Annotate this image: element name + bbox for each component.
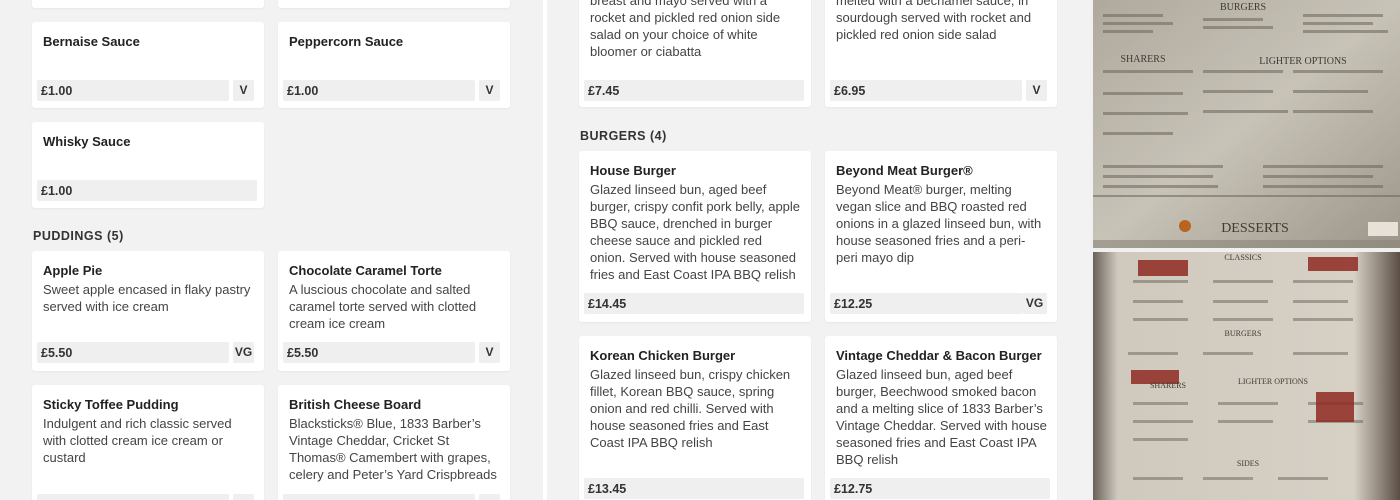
- photo-heading: DESSERTS: [1221, 221, 1289, 236]
- item-name: Sticky Toffee Pudding: [43, 397, 179, 412]
- item-price: £1.00: [283, 80, 475, 101]
- menu-photo-bottom[interactable]: CLASSICS BURGERS SHARERS LIGHTER OPTIONS…: [1093, 252, 1400, 500]
- item-price: £1.00: [37, 80, 229, 101]
- menu-item-card[interactable]: Sticky Toffee Pudding Indulgent and rich…: [32, 385, 264, 500]
- item-description: Glazed linseed bun, crispy chicken fille…: [590, 367, 791, 450]
- menu-item-card[interactable]: breast and mayo served with a rocket and…: [579, 0, 811, 107]
- item-price: £5.50: [37, 342, 229, 363]
- photo-heading: SHARERS: [1150, 381, 1186, 390]
- item-price: £7.45: [584, 80, 804, 101]
- item-price: £1.00: [37, 180, 257, 201]
- menu-item-card[interactable]: Apple Pie Sweet apple encased in flaky p…: [32, 251, 264, 371]
- menu-column-left: Bernaise Sauce £1.00 V Peppercorn Sauce …: [0, 0, 543, 500]
- menu-column-middle: breast and mayo served with a rocket and…: [547, 0, 1090, 500]
- item-price: £5.50: [283, 342, 475, 363]
- item-description: Sweet apple encased in flaky pastry serv…: [43, 282, 251, 314]
- item-price: £12.75: [830, 478, 1050, 499]
- menu-item-card[interactable]: House Burger Glazed linseed bun, aged be…: [579, 151, 811, 322]
- item-description: A luscious chocolate and salted caramel …: [289, 282, 477, 331]
- item-price: £12.25: [830, 293, 1022, 314]
- item-name: Chocolate Caramel Torte: [289, 263, 442, 278]
- menu-item-card[interactable]: Vintage Cheddar & Bacon Burger Glazed li…: [825, 336, 1057, 500]
- item-name: Peppercorn Sauce: [289, 34, 404, 49]
- section-heading-puddings: PUDDINGS (5): [33, 229, 124, 243]
- menu-item-card[interactable]: melted with a béchamel sauce, in sourdou…: [825, 0, 1057, 107]
- menu-item-card-partial[interactable]: [278, 0, 510, 8]
- menu-item-card[interactable]: Korean Chicken Burger Glazed linseed bun…: [579, 336, 811, 500]
- menu-item-card[interactable]: Beyond Meat Burger® Beyond Meat® burger,…: [825, 151, 1057, 322]
- menu-item-card[interactable]: Chocolate Caramel Torte A luscious choco…: [278, 251, 510, 371]
- photo-heading: LIGHTER OPTIONS: [1259, 56, 1347, 67]
- dietary-badge: [233, 494, 254, 500]
- item-description: Beyond Meat® burger, melting vegan slice…: [836, 182, 1042, 265]
- item-price: £14.45: [584, 293, 804, 314]
- menu-item-card[interactable]: Peppercorn Sauce £1.00 V: [278, 22, 510, 108]
- item-name: Whisky Sauce: [43, 134, 131, 149]
- dietary-badge: V: [1026, 80, 1047, 101]
- dietary-badge: [479, 494, 500, 500]
- menu-photo-bottom-image: CLASSICS BURGERS SHARERS LIGHTER OPTIONS…: [1093, 252, 1400, 500]
- menu-item-card[interactable]: Bernaise Sauce £1.00 V: [32, 22, 264, 108]
- menu-photo-top[interactable]: BURGERS SHARERS LIGHTER OPTIONS DESSERTS: [1093, 0, 1400, 248]
- item-description: Indulgent and rich classic served with c…: [43, 416, 232, 465]
- dietary-badge: V: [479, 342, 500, 363]
- photo-heading: CLASSICS: [1224, 253, 1261, 262]
- item-name: Beyond Meat Burger®: [836, 163, 973, 178]
- section-heading-burgers: BURGERS (4): [580, 129, 667, 143]
- item-description: Blacksticks® Blue, 1833 Barber’s Vintage…: [289, 416, 497, 482]
- photo-heading: SHARERS: [1120, 54, 1165, 65]
- item-description: Glazed linseed bun, aged beef burger, cr…: [590, 182, 801, 282]
- dietary-badge: VG: [1022, 293, 1047, 314]
- dietary-badge: VG: [233, 342, 254, 363]
- dietary-badge: V: [479, 80, 500, 101]
- item-name: Korean Chicken Burger: [590, 348, 736, 363]
- item-price: £13.45: [584, 478, 804, 499]
- item-price: [37, 494, 229, 500]
- photo-heading: SIDES: [1237, 459, 1259, 468]
- photo-heading: LIGHTER OPTIONS: [1238, 377, 1308, 386]
- item-name: House Burger: [590, 163, 676, 178]
- item-name: Apple Pie: [43, 263, 103, 278]
- item-price: [283, 494, 475, 500]
- dietary-badge: V: [233, 80, 254, 101]
- item-price: £6.95: [830, 80, 1022, 101]
- item-name: British Cheese Board: [289, 397, 422, 412]
- photo-heading: BURGERS: [1225, 329, 1262, 338]
- menu-photo-top-image: BURGERS SHARERS LIGHTER OPTIONS DESSERTS: [1093, 0, 1400, 248]
- item-description: Glazed linseed bun, aged beef burger, Be…: [836, 367, 1047, 467]
- menu-screen: Bernaise Sauce £1.00 V Peppercorn Sauce …: [0, 0, 1400, 500]
- item-name: Bernaise Sauce: [43, 34, 140, 49]
- item-description: melted with a béchamel sauce, in sourdou…: [836, 0, 1032, 42]
- menu-item-card[interactable]: British Cheese Board Blacksticks® Blue, …: [278, 385, 510, 500]
- item-description: breast and mayo served with a rocket and…: [590, 0, 781, 59]
- photo-heading: BURGERS: [1220, 2, 1266, 13]
- menu-item-card[interactable]: Whisky Sauce £1.00: [32, 122, 264, 208]
- menu-item-card-partial[interactable]: [32, 0, 264, 8]
- item-name: Vintage Cheddar & Bacon Burger: [836, 348, 1042, 363]
